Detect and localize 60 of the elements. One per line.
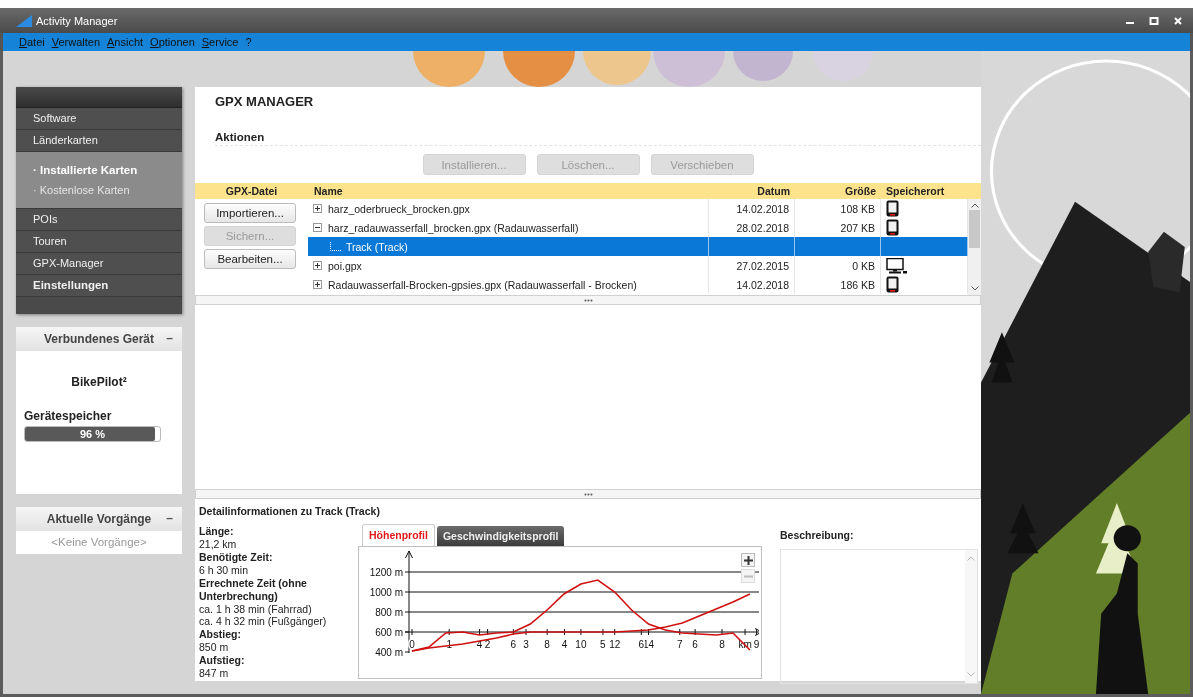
fact-value: 21,2 km <box>199 538 238 550</box>
column-header: Datum <box>756 184 791 199</box>
description-label: Beschreibung: <box>780 528 855 543</box>
track-name: Track (Track) <box>346 240 408 253</box>
x-tick-label: 10 <box>575 639 587 650</box>
axis-label: 2 <box>484 639 491 650</box>
window-title: Activity Manager <box>36 14 118 27</box>
x-tick-label: 0 <box>409 639 415 650</box>
axis-label: 4 <box>561 639 568 650</box>
file-name: harz_oderbrueck_brocken.gpx <box>328 202 470 215</box>
y-tick-label: 1000 m <box>369 587 403 598</box>
section-title: Aktionen <box>215 131 265 143</box>
file-name: harz_radauwasserfall_brocken.gpx (Radauwasserfall) <box>328 221 579 234</box>
axis-label: 9 <box>753 639 759 650</box>
fact-label: Länge: <box>199 525 235 538</box>
file-size: 0 KB <box>852 259 875 272</box>
axis-label: 8 <box>719 639 725 650</box>
x-tick-label: 6 <box>510 639 517 650</box>
y-tick-label: 400 m <box>375 647 403 658</box>
page-title: GPX MANAGER <box>214 93 315 111</box>
fact-value: 6 h 30 min <box>199 564 250 576</box>
file-name: Radauwasserfall-Brocken-gpsies.gpx (Radauwasserfall - Brocken) <box>328 278 637 291</box>
axis-label: 7 <box>677 639 683 650</box>
y-tick-label: 600 m <box>375 627 403 638</box>
column-header: GPX-Datei <box>224 184 279 199</box>
file-size: 207 KB <box>840 221 875 234</box>
file-date: 27.02.2015 <box>736 259 789 272</box>
file-date: 14.02.2018 <box>736 202 789 215</box>
column-header: Name <box>313 184 344 199</box>
y-tick-label: 800 m <box>375 607 403 618</box>
fact-label: Benötigte Zeit: <box>199 551 274 564</box>
panel-title: Verbundenes Gerät <box>43 332 154 346</box>
axis-label: 5 <box>600 639 606 650</box>
fact-label: Aufstieg: <box>199 654 246 667</box>
panel-title: Aktuelle Vorgänge <box>46 512 152 526</box>
file-date: 28.02.2018 <box>736 221 789 234</box>
detail-title: Detailinformationen zu Track (Track) <box>199 504 381 519</box>
fact-value: 847 m <box>199 667 230 679</box>
file-size: 108 KB <box>840 202 875 215</box>
fact-value: ca. 4 h 32 min (Fußgänger) <box>199 615 328 627</box>
file-size: 186 KB <box>840 278 875 291</box>
file-name: poi.gpx <box>328 259 362 272</box>
axis-label: 3 <box>523 639 529 650</box>
axis-label: 6 <box>692 639 698 650</box>
file-date: 14.02.2018 <box>736 278 789 291</box>
storage-label: Gerätespeicher <box>24 409 113 423</box>
device-name: BikePilot² <box>70 374 128 389</box>
fact-label: Abstieg: <box>199 628 242 641</box>
x-tick-label: 4 <box>476 639 483 650</box>
fact-value: 850 m <box>199 641 230 653</box>
y-tick-label: 1200 m <box>369 567 403 578</box>
fact-value: ca. 1 h 38 min (Fahrrad) <box>199 603 313 615</box>
empty-message: <Keine Vorgänge> <box>50 535 148 550</box>
x-tick-label: 12 <box>609 639 621 650</box>
column-header: Speicherort <box>885 184 946 199</box>
column-header: Größe <box>844 184 877 199</box>
axis-label: 6 <box>638 639 645 650</box>
storage-reading: 96 % <box>78 427 107 441</box>
fact-label: Errechnete Zeit (ohne Unterbrechung) <box>199 577 308 603</box>
x-tick-label: 8 <box>544 639 550 650</box>
